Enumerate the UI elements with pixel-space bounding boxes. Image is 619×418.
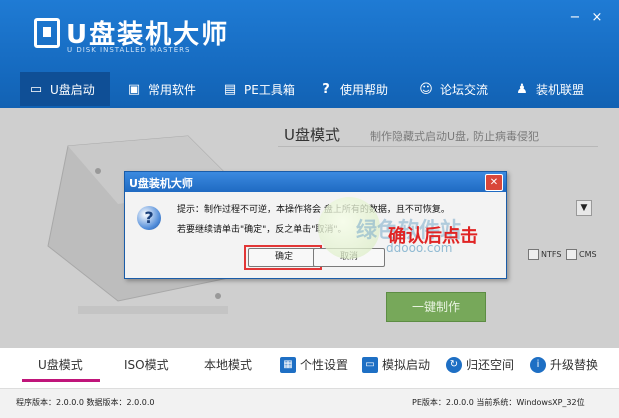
nav-label: 使用帮助 bbox=[340, 82, 389, 97]
info-icon: i bbox=[530, 356, 546, 373]
tab-local-mode[interactable]: 本地模式 bbox=[204, 356, 252, 373]
refresh-icon: ↻ bbox=[446, 356, 462, 373]
software-icon: ▣ bbox=[127, 81, 141, 97]
tool-label: 个性设置 bbox=[300, 358, 349, 372]
nav-forum[interactable]: ☺ 论坛交流 bbox=[410, 72, 506, 106]
chevron-down-icon[interactable]: ▼ bbox=[576, 200, 592, 216]
mode-description: 制作隐藏式启动U盘, 防止病毒侵犯 bbox=[370, 130, 540, 143]
ntfs-label: NTFS bbox=[541, 250, 562, 259]
toolbox-icon: ▤ bbox=[223, 81, 237, 97]
main-nav: ▭ U盘启动 ▣ 常用软件 ▤ PE工具箱 ? 使用帮助 ☺ 论坛交流 ♟ 装机… bbox=[0, 72, 619, 106]
nav-usb-boot[interactable]: ▭ U盘启动 bbox=[20, 72, 110, 106]
tab-usb-mode[interactable]: U盘模式 bbox=[38, 356, 83, 373]
app-subtitle: U DISK INSTALLED MASTERS bbox=[67, 46, 191, 54]
logo-icon bbox=[34, 18, 60, 48]
nav-pe-toolbox[interactable]: ▤ PE工具箱 bbox=[214, 72, 310, 106]
annotation-text: 确认后点击 bbox=[388, 226, 478, 247]
nav-alliance[interactable]: ♟ 装机联盟 bbox=[506, 72, 606, 106]
nav-label: 装机联盟 bbox=[536, 82, 585, 97]
personal-settings-button[interactable]: ▦ 个性设置 bbox=[280, 356, 348, 373]
simulate-boot-button[interactable]: ▭ 模拟启动 bbox=[362, 356, 430, 373]
checkbox-box[interactable] bbox=[566, 249, 577, 260]
cms-checkbox[interactable]: CMS bbox=[566, 247, 597, 261]
system-info: PE版本：2.0.0.0 当前系统：WindowsXP_32位 bbox=[412, 398, 585, 407]
nav-label: PE工具箱 bbox=[244, 82, 295, 97]
usb-icon: ▭ bbox=[29, 81, 43, 97]
tool-label: 升级替换 bbox=[550, 358, 599, 372]
active-tab-indicator bbox=[22, 379, 100, 382]
tool-label: 模拟启动 bbox=[382, 358, 431, 372]
upgrade-button[interactable]: i 升级替换 bbox=[530, 356, 598, 373]
cms-label: CMS bbox=[579, 250, 597, 259]
app-header: U盘装机大师 U DISK INSTALLED MASTERS − × ▭ U盘… bbox=[0, 0, 619, 108]
users-icon: ♟ bbox=[516, 81, 528, 97]
mode-title: U盘模式 bbox=[284, 126, 340, 144]
question-icon: ? bbox=[137, 206, 161, 230]
nav-label: 常用软件 bbox=[148, 82, 197, 97]
one-click-make-button[interactable]: 一键制作 bbox=[386, 292, 486, 322]
bottom-tabs: U盘模式 ISO模式 本地模式 ▦ 个性设置 ▭ 模拟启动 ↻ 归还空间 i 升级替换 bbox=[0, 348, 619, 382]
dialog-title: U盘装机大师 bbox=[129, 177, 193, 190]
minimize-button[interactable]: − bbox=[566, 10, 584, 25]
help-icon: ? bbox=[322, 81, 330, 97]
version-info: 程序版本：2.0.0.0 数据版本：2.0.0.0 bbox=[16, 398, 155, 407]
grid-icon: ▦ bbox=[280, 356, 296, 373]
ntfs-checkbox[interactable]: NTFS bbox=[528, 247, 561, 261]
dialog-titlebar: U盘装机大师 ✕ bbox=[125, 172, 506, 192]
tool-label: 归还空间 bbox=[466, 358, 515, 372]
divider bbox=[278, 146, 598, 147]
nav-label: 论坛交流 bbox=[440, 82, 489, 97]
checkbox-box[interactable] bbox=[528, 249, 539, 260]
tab-iso-mode[interactable]: ISO模式 bbox=[124, 356, 169, 373]
dialog-close-button[interactable]: ✕ bbox=[485, 174, 503, 191]
restore-space-button[interactable]: ↻ 归还空间 bbox=[446, 356, 514, 373]
close-button[interactable]: × bbox=[588, 10, 606, 25]
nav-label: U盘启动 bbox=[50, 82, 95, 97]
nav-common-software[interactable]: ▣ 常用软件 bbox=[118, 72, 216, 106]
nav-help[interactable]: ? 使用帮助 bbox=[310, 72, 406, 106]
monitor-icon: ▭ bbox=[362, 356, 378, 373]
status-bar: 程序版本：2.0.0.0 数据版本：2.0.0.0 PE版本：2.0.0.0 当… bbox=[0, 388, 619, 418]
ok-button[interactable]: 确定 bbox=[248, 248, 320, 267]
forum-icon: ☺ bbox=[419, 81, 433, 97]
